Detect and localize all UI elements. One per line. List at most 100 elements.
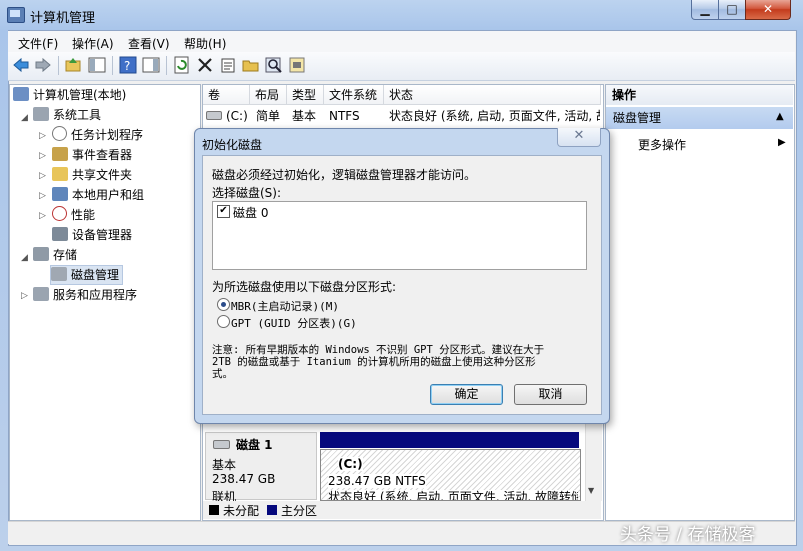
disk-size: 238.47 GB <box>212 472 276 486</box>
close-icon: ✕ <box>762 2 774 16</box>
tree-label: 磁盘管理 <box>71 268 120 282</box>
collapse-arrow-icon[interactable]: ◢ <box>21 253 28 263</box>
help-icon[interactable]: ? <box>119 56 137 74</box>
tree-label: 存储 <box>53 248 78 262</box>
tree-item-shared-folders[interactable]: 共享文件夹 <box>52 166 132 184</box>
tree-item-system-tools[interactable]: 系统工具 <box>33 106 101 124</box>
column-header-volume[interactable]: 卷 <box>203 85 250 105</box>
toolbar-separator <box>166 56 167 75</box>
maximize-button[interactable]: □ <box>718 0 746 20</box>
maximize-icon: □ <box>726 2 738 16</box>
gpt-radio[interactable] <box>217 315 230 328</box>
cancel-button[interactable]: 取消 <box>514 384 587 405</box>
close-window-button[interactable]: ✕ <box>745 0 791 20</box>
column-header-filesystem[interactable]: 文件系统 <box>324 85 384 105</box>
legend-unallocated: 未分配 <box>223 504 260 518</box>
show-tree-icon[interactable] <box>88 56 106 74</box>
dialog-close-button[interactable]: ✕ <box>557 128 601 147</box>
menu-bar <box>8 31 795 52</box>
properties-icon[interactable] <box>219 56 237 74</box>
tree-item-local-users[interactable]: 本地用户和组 <box>52 186 144 204</box>
note-line-2: 2TB 的磁盘或基于 Itanium 的计算机所用的磁盘上使用这种分区形 <box>212 356 536 368</box>
partition-size: 238.47 GB NTFS <box>328 474 426 488</box>
window-title: 计算机管理 <box>30 11 96 26</box>
tree-label: 本地用户和组 <box>72 188 145 202</box>
column-header-layout[interactable]: 布局 <box>250 85 287 105</box>
collapse-up-icon[interactable]: ▲ <box>776 111 784 122</box>
tools-icon <box>33 107 49 121</box>
cell-layout: 简单 <box>256 109 281 123</box>
expand-arrow-icon[interactable]: ▷ <box>21 291 28 301</box>
dialog-intro: 磁盘必须经过初始化，逻辑磁盘管理器才能访问。 <box>212 168 477 182</box>
disk-0-checkbox[interactable]: ✔ <box>217 205 230 218</box>
disk-0-label: 磁盘 0 <box>233 206 269 220</box>
back-icon[interactable] <box>12 56 30 74</box>
mbr-label[interactable]: MBR(主启动记录)(M) <box>231 298 339 314</box>
toolbar-separator <box>58 56 59 75</box>
note-line-3: 式。 <box>212 368 233 380</box>
show-action-pane-icon[interactable] <box>142 56 160 74</box>
up-folder-icon[interactable] <box>64 56 82 74</box>
partition-style-label: 为所选磁盘使用以下磁盘分区形式: <box>212 280 397 294</box>
select-disk-label: 选择磁盘(S): <box>212 186 282 200</box>
collapse-arrow-icon[interactable]: ◢ <box>21 113 28 123</box>
primary-partition-bar <box>320 432 579 448</box>
ok-button[interactable]: 确定 <box>430 384 503 405</box>
disk-properties-icon[interactable] <box>288 56 306 74</box>
disk-icon <box>213 440 230 449</box>
actions-header: 操作 <box>606 85 793 105</box>
disk-management-icon <box>51 267 67 281</box>
cell-volume: (C:) <box>226 109 248 123</box>
tree-label: 设备管理器 <box>72 228 133 242</box>
tree-item-performance[interactable]: 性能 <box>52 206 95 224</box>
scroll-down-icon[interactable]: ▼ <box>588 486 594 495</box>
search-icon[interactable] <box>265 56 283 74</box>
gpt-label[interactable]: GPT (GUID 分区表)(G) <box>231 315 357 331</box>
expand-arrow-icon[interactable]: ▷ <box>39 211 46 221</box>
minimize-button[interactable]: ▁ <box>691 0 719 20</box>
tree-item-disk-management[interactable]: 磁盘管理 <box>50 265 124 285</box>
tree-label: 事件查看器 <box>72 148 133 162</box>
disk-name: 磁盘 1 <box>236 438 273 452</box>
legend-primary: 主分区 <box>281 504 318 518</box>
actions-section-disk-management[interactable]: 磁盘管理 <box>606 107 793 129</box>
menu-help[interactable]: 帮助(H) <box>184 35 226 52</box>
tree-item-storage[interactable]: 存储 <box>33 246 77 264</box>
toolbar-separator <box>112 56 113 75</box>
tree-item-event-viewer[interactable]: 事件查看器 <box>52 146 132 164</box>
actions-pane <box>605 84 795 521</box>
expand-arrow-icon[interactable]: ▷ <box>39 191 46 201</box>
svg-text:?: ? <box>124 59 130 73</box>
expand-arrow-icon[interactable]: ▷ <box>39 171 46 181</box>
tree-item-task-scheduler[interactable]: 任务计划程序 <box>52 126 143 144</box>
disk-type: 基本 <box>212 458 237 472</box>
title-bar[interactable]: 计算机管理 <box>0 0 803 30</box>
menu-file[interactable]: 文件(F) <box>18 35 58 52</box>
tree-label: 计算机管理(本地) <box>33 88 127 102</box>
performance-icon <box>52 206 67 221</box>
cell-type: 基本 <box>292 109 317 123</box>
expand-arrow-icon[interactable]: ▷ <box>39 151 46 161</box>
forward-icon[interactable] <box>34 56 52 74</box>
column-header-type[interactable]: 类型 <box>287 85 324 105</box>
drive-icon <box>206 111 222 120</box>
tree-label: 共享文件夹 <box>72 168 133 182</box>
menu-action[interactable]: 操作(A) <box>72 35 114 52</box>
legend-bar <box>203 501 601 519</box>
actions-section-label: 磁盘管理 <box>613 111 662 125</box>
expand-arrow-icon[interactable]: ▷ <box>39 131 46 141</box>
close-icon: ✕ <box>573 128 585 143</box>
tree-root[interactable]: 计算机管理(本地) <box>13 86 126 104</box>
tree-item-services[interactable]: 服务和应用程序 <box>33 286 137 304</box>
mbr-radio[interactable] <box>217 298 230 311</box>
cell-filesystem: NTFS <box>329 109 360 123</box>
open-icon[interactable] <box>242 56 260 74</box>
refresh-icon[interactable] <box>173 56 191 74</box>
services-icon <box>33 287 49 301</box>
more-actions[interactable]: 更多操作 <box>638 136 686 153</box>
column-header-status[interactable]: 状态 <box>384 85 601 105</box>
computer-management-icon <box>13 87 29 101</box>
delete-icon[interactable] <box>196 56 214 74</box>
tree-item-device-manager[interactable]: 设备管理器 <box>52 226 132 244</box>
menu-view[interactable]: 查看(V) <box>128 35 170 52</box>
